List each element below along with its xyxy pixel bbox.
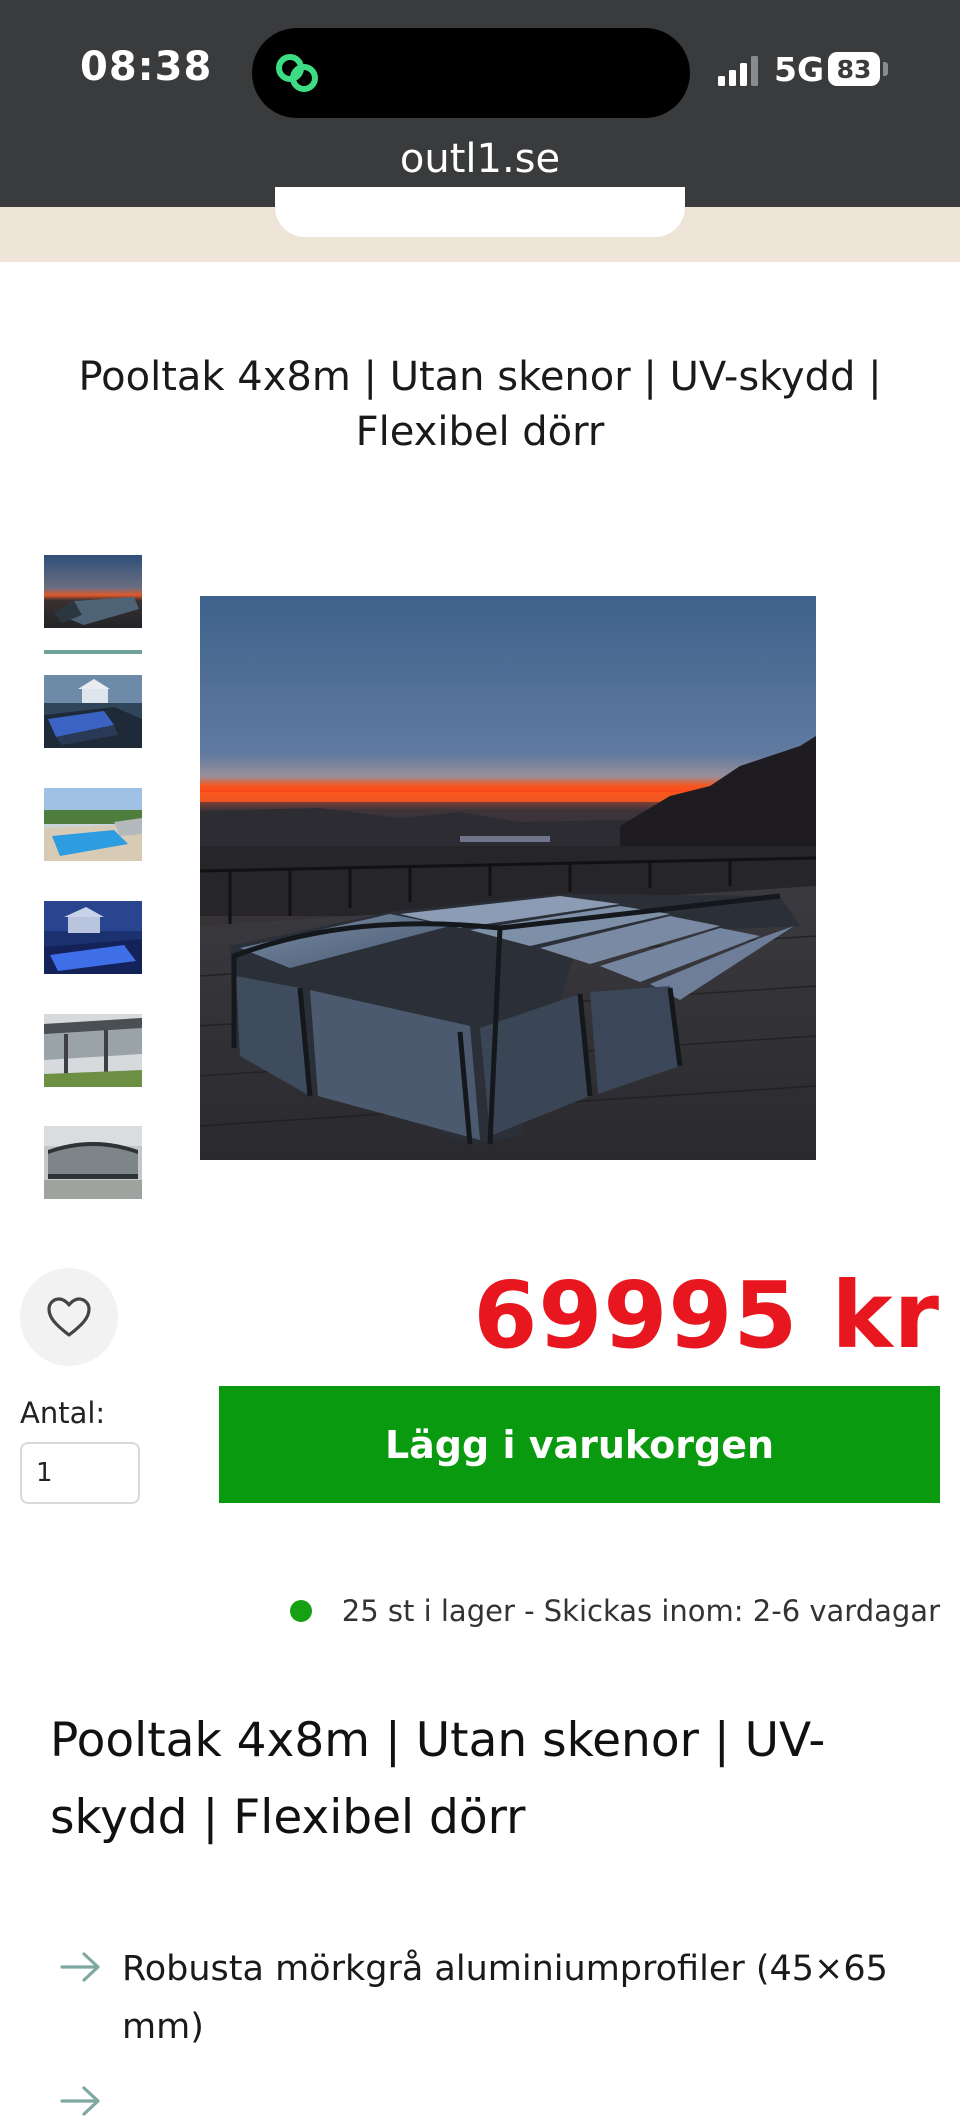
- header-strip: [0, 187, 960, 262]
- stock-status: 25 st i lager - Skickas inom: 2-6 vardag…: [289, 1594, 940, 1628]
- address-bar-url[interactable]: outl1.se: [0, 136, 960, 182]
- feature-list: Robusta mörkgrå aluminiumprofiler (45×65…: [60, 1940, 920, 2116]
- gallery-thumbnail[interactable]: [44, 555, 142, 628]
- quantity-input[interactable]: [20, 1442, 140, 1504]
- browser-top-bar: 08:38 5G 83 outl1.se: [0, 0, 960, 207]
- header-search-pill[interactable]: [275, 187, 685, 237]
- dynamic-island: [252, 28, 690, 118]
- heart-icon: [47, 1297, 91, 1337]
- gallery-thumbnail[interactable]: [44, 675, 142, 748]
- battery-tip: [883, 62, 888, 76]
- product-price: 69995 kr: [473, 1262, 940, 1369]
- stock-text: 25 st i lager - Skickas inom: 2-6 vardag…: [341, 1594, 940, 1628]
- selected-thumbnail-indicator: [44, 650, 142, 654]
- quantity-label: Antal:: [20, 1396, 106, 1430]
- add-to-cart-button[interactable]: Lägg i varukorgen: [219, 1386, 940, 1503]
- link-app-icon: [276, 54, 318, 92]
- product-title: Pooltak 4x8m | Utan skenor | UV-skydd | …: [78, 354, 882, 455]
- status-time: 08:38: [80, 44, 213, 90]
- battery-indicator: 83: [828, 52, 880, 86]
- cellular-signal-icon: [718, 56, 758, 86]
- description-title: Pooltak 4x8m | Utan skenor | UV-skydd | …: [50, 1713, 826, 1845]
- gallery-thumbnail[interactable]: [44, 788, 142, 861]
- in-stock-dot-icon: [289, 1600, 312, 1622]
- arrow-right-icon: [60, 1952, 100, 1982]
- list-item: Robusta mörkgrå aluminiumprofiler (45×65…: [60, 1940, 920, 2056]
- gallery-thumbnail[interactable]: [44, 901, 142, 974]
- favorite-button[interactable]: [20, 1268, 118, 1366]
- gallery-thumbnail[interactable]: [44, 1014, 142, 1087]
- list-item-text: Robusta mörkgrå aluminiumprofiler (45×65…: [122, 1949, 888, 2047]
- arrow-right-icon: [60, 2086, 100, 2116]
- network-type: 5G: [774, 50, 825, 89]
- product-main-image[interactable]: [200, 596, 816, 1160]
- gallery-thumbnail[interactable]: [44, 1126, 142, 1199]
